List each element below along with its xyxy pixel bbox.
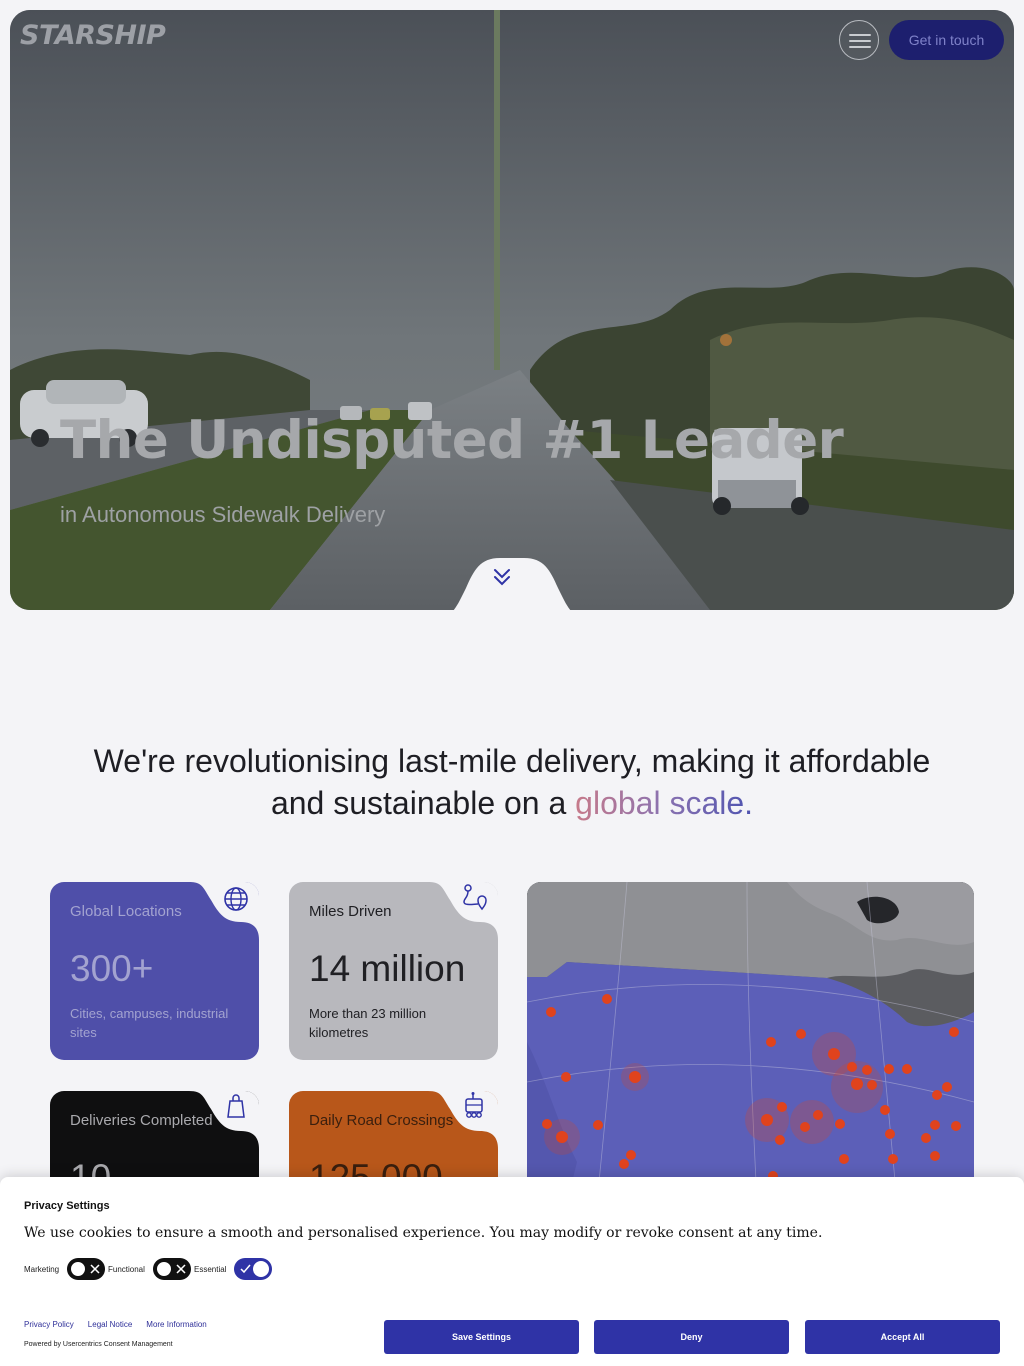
stat-desc: More than 23 million kilometres [309, 1006, 427, 1040]
legal-notice-link[interactable]: Legal Notice [88, 1320, 132, 1329]
stat-value: 300+ [70, 948, 154, 989]
accept-all-button[interactable]: Accept All [805, 1320, 1000, 1354]
toggle-functional-group: Functional [108, 1258, 191, 1280]
toggle-label: Essential [194, 1264, 227, 1274]
hero-section: STARSHIP Get in touch The Undisputed #1 … [10, 10, 1014, 610]
stat-label: Miles Driven [309, 903, 392, 920]
toggle-label: Functional [108, 1264, 145, 1274]
site-header: STARSHIP Get in touch [10, 10, 1014, 70]
toggle-marketing-group: Marketing [24, 1258, 106, 1280]
stat-value: 14 million [309, 948, 466, 989]
shopping-bag-icon [227, 1094, 245, 1118]
stat-card-locations: Global Locations 300+ Cities, campuses, … [50, 882, 259, 1060]
robot-icon [465, 1092, 483, 1118]
x-icon [176, 1264, 186, 1274]
functional-toggle[interactable] [152, 1258, 191, 1280]
privacy-policy-link[interactable]: Privacy Policy [24, 1320, 74, 1329]
consent-links: Privacy Policy Legal Notice More Informa… [24, 1320, 207, 1329]
stat-desc: Cities, campuses, industrial sites [70, 1006, 229, 1040]
hamburger-icon [849, 34, 871, 36]
tagline: We're revolutionising last-mile delivery… [0, 740, 1024, 824]
hero-title: The Undisputed #1 Leader [60, 410, 844, 471]
us-map-graphic [527, 882, 974, 1202]
check-icon [240, 1264, 252, 1274]
tagline-line-2: and sustainable on a global scale. [270, 785, 754, 821]
globe-icon [224, 887, 248, 911]
stat-label: Global Locations [70, 903, 182, 920]
deny-button[interactable]: Deny [594, 1320, 789, 1354]
starship-logo[interactable]: STARSHIP [20, 20, 166, 51]
get-in-touch-button[interactable]: Get in touch [889, 20, 1004, 60]
toggle-essential-group: Essential [194, 1258, 273, 1280]
stat-card-miles: Miles Driven 14 million More than 23 mil… [289, 882, 498, 1060]
tagline-line-1: We're revolutionising last-mile delivery… [93, 743, 931, 779]
more-information-link[interactable]: More Information [146, 1320, 206, 1329]
double-chevron-down-icon[interactable] [491, 566, 513, 588]
powered-by-text: Powered by Usercentrics Consent Manageme… [24, 1341, 173, 1348]
menu-button[interactable] [839, 20, 879, 60]
tagline-accent: global scale. [575, 785, 754, 821]
marketing-toggle[interactable] [67, 1258, 106, 1280]
consent-title: Privacy Settings [24, 1200, 110, 1212]
save-settings-button[interactable]: Save Settings [384, 1320, 579, 1354]
locations-map[interactable] [527, 882, 974, 1202]
stat-label: Daily Road Crossings [309, 1112, 454, 1129]
toggle-label: Marketing [24, 1264, 60, 1274]
stat-label: Deliveries Completed [70, 1112, 213, 1129]
hero-subtitle: in Autonomous Sidewalk Delivery [60, 502, 386, 527]
essential-toggle[interactable] [234, 1258, 273, 1280]
cookie-consent-banner: Privacy Settings We use cookies to ensur… [0, 1177, 1024, 1366]
consent-text: We use cookies to ensure a smooth and pe… [24, 1225, 823, 1241]
route-pin-icon [463, 884, 487, 911]
x-icon [90, 1264, 100, 1274]
